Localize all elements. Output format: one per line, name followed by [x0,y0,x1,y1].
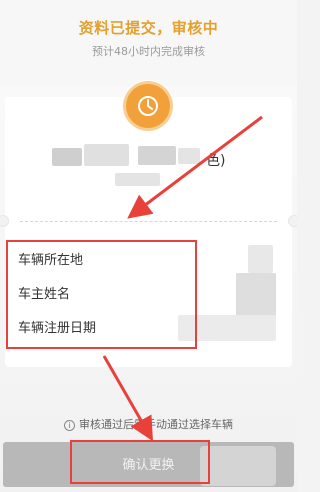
watermark-blur [200,446,276,486]
review-tip: i 审核通过后需手动通过选择车辆 [0,416,297,432]
blurred-plate-part [178,148,200,164]
blurred-value [248,245,273,273]
plate-color-suffix: 色) [206,153,226,169]
annotation-box-button [70,440,210,484]
clock-badge [122,80,174,132]
clock-icon [126,84,170,128]
dashed-divider [20,221,277,222]
info-icon: i [64,419,75,431]
card-notch-right [288,215,297,227]
page: 资料已提交，审核中 预计48小时内完成审核 色) 车辆所在地 车主姓名 车辆注册… [0,0,297,492]
page-subtitle: 预计48小时内完成审核 [92,45,205,58]
annotation-box-info [6,240,197,349]
page-title: 资料已提交，审核中 [78,19,219,37]
blurred-value [236,273,276,321]
blurred-plate-part [138,146,176,165]
review-tip-text: 审核通过后需手动通过选择车辆 [79,418,233,431]
blurred-vehicle-model [115,173,160,186]
blurred-plate-part [84,144,129,166]
blurred-plate-part [52,148,82,166]
header: 资料已提交，审核中 预计48小时内完成审核 [0,0,297,86]
